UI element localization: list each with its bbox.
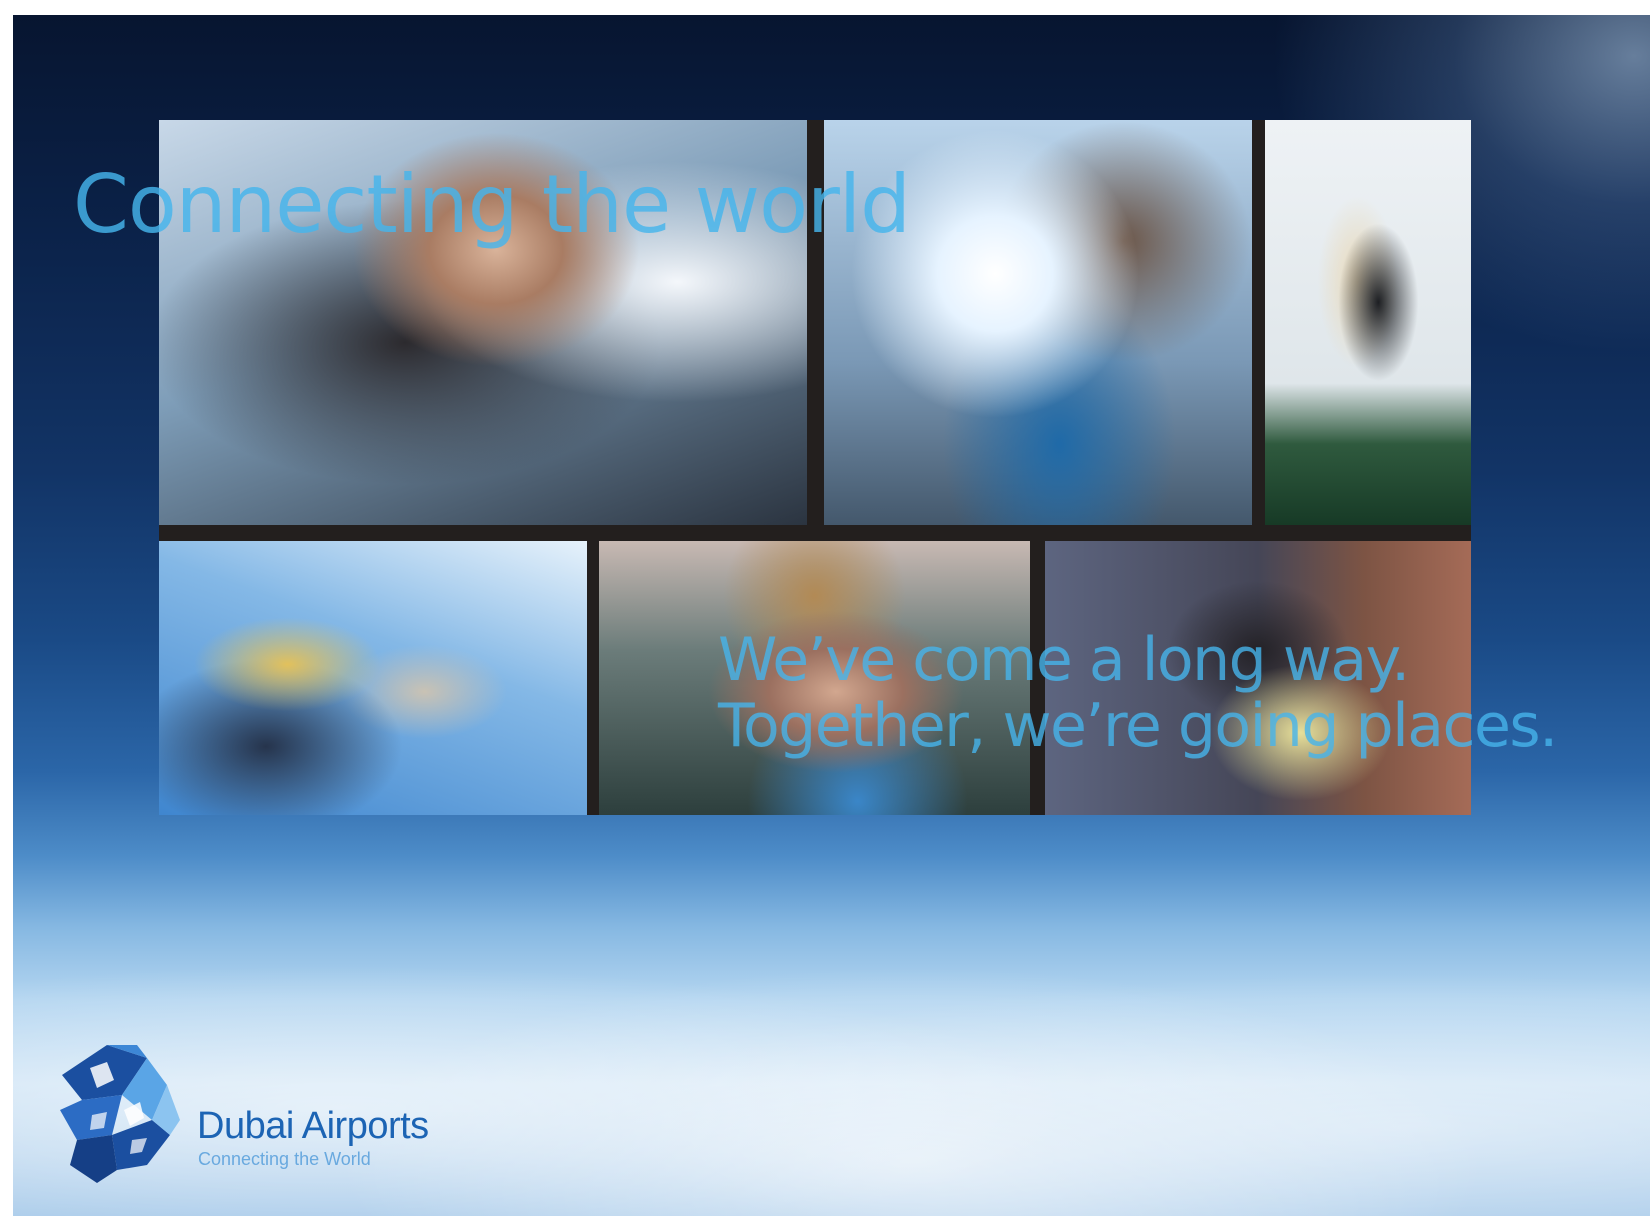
brand-logo: Dubai Airports Connecting the World xyxy=(52,1040,472,1185)
photo-man-swinging-child xyxy=(159,541,587,815)
tagline-line-2: Together, we’re going places. xyxy=(718,691,1558,761)
brand-tagline: Connecting the World xyxy=(198,1149,371,1169)
photo-mother-and-child xyxy=(1265,120,1471,525)
slide-headline: Connecting the world xyxy=(73,158,911,251)
brand-name: Dubai Airports xyxy=(197,1105,429,1147)
dubai-airports-logo-icon xyxy=(60,1045,180,1183)
slide-tagline: We’ve come a long way. Together, we’re go… xyxy=(718,625,1558,761)
presentation-slide: Connecting the world We’ve come a long w… xyxy=(13,15,1650,1216)
tagline-line-1: We’ve come a long way. xyxy=(718,625,1410,695)
